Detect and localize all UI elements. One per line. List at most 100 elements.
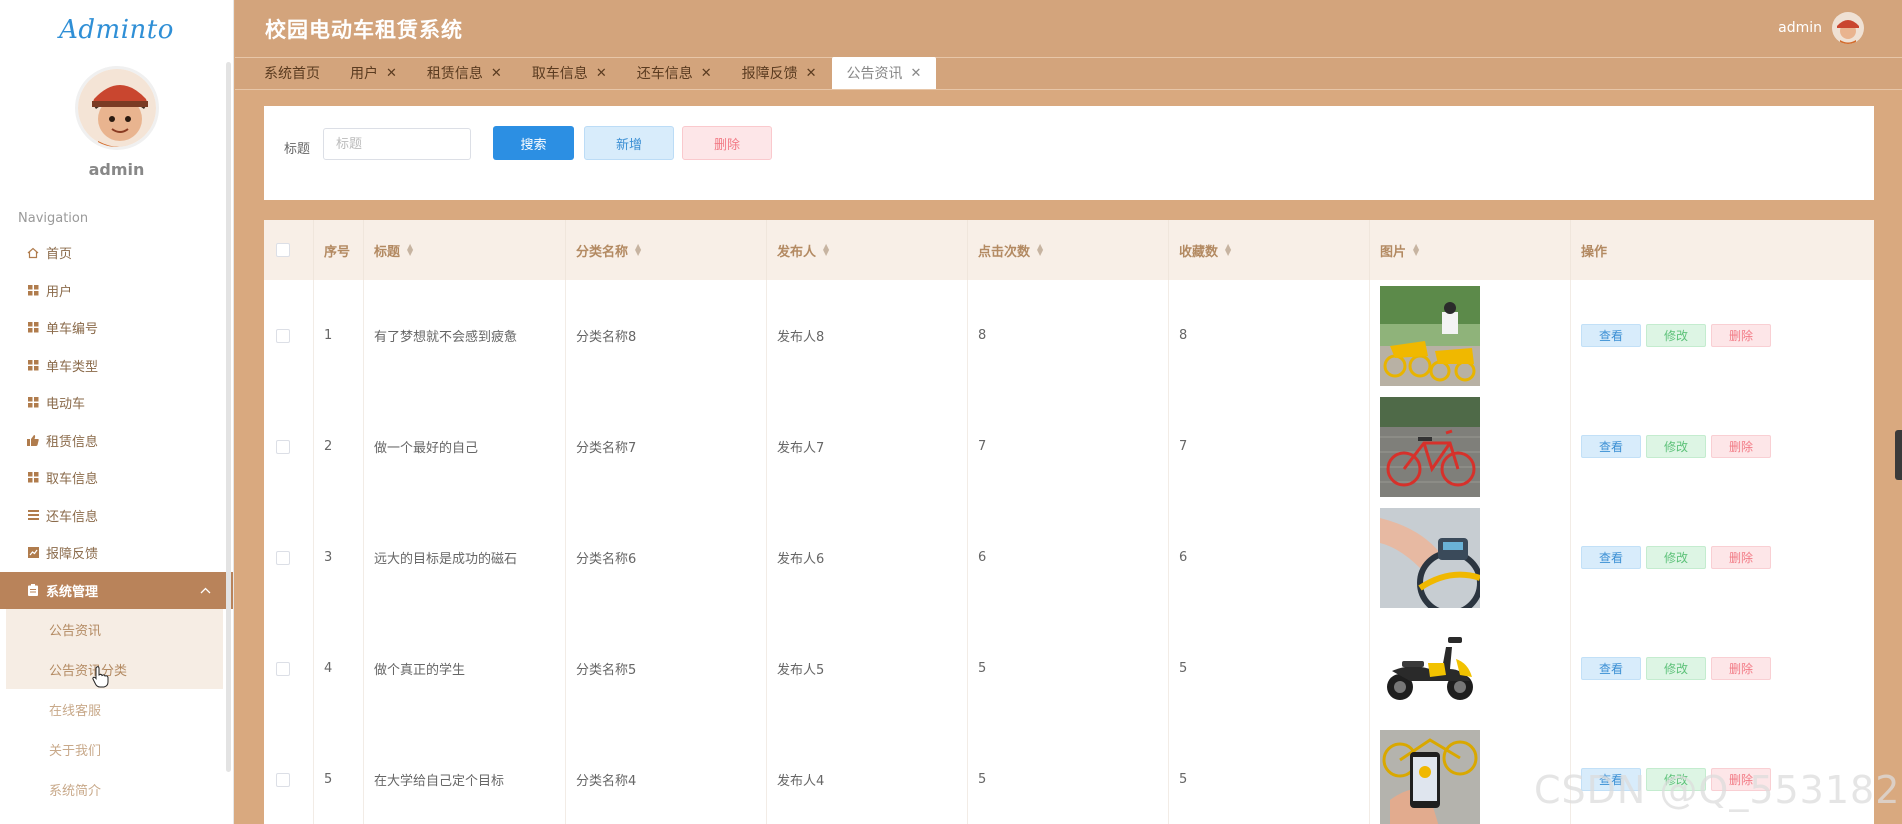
delete-button[interactable]: 删除 — [1711, 546, 1771, 569]
sub-item-about-us[interactable]: 关于我们 — [6, 729, 223, 769]
thumb-icon — [26, 433, 40, 447]
column-header-category[interactable]: 分类名称 ▲ ▼ — [566, 220, 767, 280]
row-checkbox[interactable] — [276, 661, 290, 676]
nav-section-title: Navigation — [18, 211, 89, 226]
column-header-label: 标题 — [374, 244, 401, 260]
image-cell — [1370, 502, 1571, 613]
view-button[interactable]: 查看 — [1581, 435, 1641, 458]
column-header-favorites[interactable]: 收藏数 ▲ ▼ — [1169, 220, 1370, 280]
title-cell: 做一个最好的自己 — [364, 391, 566, 502]
close-icon[interactable]: ✕ — [806, 66, 817, 81]
table-row: 2 做一个最好的自己 分类名称7 发布人7 7 7 查看 修改 删除 — [264, 391, 1874, 502]
actions-cell: 查看 修改 删除 — [1571, 391, 1874, 502]
top-user-menu[interactable]: admin — [1778, 12, 1864, 44]
home-icon — [26, 246, 40, 260]
view-button[interactable]: 查看 — [1581, 657, 1641, 680]
close-icon[interactable]: ✕ — [386, 66, 397, 81]
nav-item-bike-number[interactable]: 单车编号 — [0, 309, 233, 347]
tab-announcements[interactable]: 公告资讯 ✕ — [831, 57, 937, 89]
sub-item-system-intro[interactable]: 系统简介 — [6, 769, 223, 809]
sub-item-announcement-category[interactable]: 公告资讯分类 — [6, 649, 223, 689]
shared-bikes-image[interactable] — [1380, 285, 1480, 386]
sort-icon[interactable]: ▲ ▼ — [635, 243, 641, 257]
announcements-table: 序号 标题 ▲ ▼ 分类名称 ▲ ▼ 发布人 ▲ ▼ 点击次数 ▲ ▼ 收藏数 ▲ ▼ 图片 ▲ ▼ 操… — [264, 220, 1874, 824]
batch-delete-button[interactable]: 删除 — [682, 126, 772, 160]
row-checkbox[interactable] — [276, 772, 290, 787]
sub-item-online-service[interactable]: 在线客服 — [6, 689, 223, 729]
sub-item-announcements[interactable]: 公告资讯 — [6, 609, 223, 649]
nav-item-rental-info[interactable]: 租赁信息 — [0, 422, 233, 460]
tab-pickup-info[interactable]: 取车信息 ✕ — [517, 57, 622, 89]
app-title: 校园电动车租赁系统 — [265, 17, 463, 42]
sort-icon[interactable]: ▲ ▼ — [1413, 243, 1419, 257]
nav-item-home[interactable]: 首页 — [0, 234, 233, 272]
app-logo[interactable]: Adminto — [0, 0, 233, 60]
view-button[interactable]: 查看 — [1581, 324, 1641, 347]
nav-item-pickup-info[interactable]: 取车信息 — [0, 459, 233, 497]
tab-rental-info[interactable]: 租赁信息 ✕ — [412, 57, 517, 89]
column-header-image[interactable]: 图片 ▲ ▼ — [1370, 220, 1571, 280]
sort-icon[interactable]: ▲ ▼ — [823, 243, 829, 257]
nav-item-label: 单车编号 — [46, 322, 99, 338]
tab-users[interactable]: 用户 ✕ — [335, 57, 412, 89]
sort-icon[interactable]: ▲ ▼ — [1037, 243, 1043, 257]
sidebar-scrollbar[interactable] — [226, 62, 231, 772]
row-select-cell — [264, 391, 314, 502]
delete-button[interactable]: 删除 — [1711, 435, 1771, 458]
sort-icon[interactable]: ▲ ▼ — [407, 243, 413, 257]
page-scrollbar[interactable] — [1895, 430, 1902, 480]
search-title-input[interactable] — [323, 128, 471, 160]
delete-button[interactable]: 删除 — [1711, 657, 1771, 680]
title-cell: 有了梦想就不会感到疲惫 — [364, 280, 566, 391]
close-icon[interactable]: ✕ — [701, 66, 712, 81]
column-header-publisher[interactable]: 发布人 ▲ ▼ — [767, 220, 968, 280]
delete-button[interactable]: 删除 — [1711, 324, 1771, 347]
category-cell: 分类名称4 — [566, 724, 767, 824]
select-all-checkbox[interactable] — [276, 243, 290, 257]
row-checkbox[interactable] — [276, 550, 290, 565]
red-bike-image[interactable] — [1380, 396, 1480, 497]
table-row: 1 有了梦想就不会感到疲惫 分类名称8 发布人8 8 8 查看 修改 删除 — [264, 280, 1874, 391]
row-select-cell — [264, 613, 314, 724]
close-icon[interactable]: ✕ — [491, 66, 502, 81]
edit-button[interactable]: 修改 — [1646, 657, 1706, 680]
hand-on-bike-image[interactable] — [1380, 507, 1480, 608]
nav-item-fault-feedback[interactable]: 报障反馈 — [0, 534, 233, 572]
sidebar: Adminto admin Navigation 首页 用户 单车编号 单车类型… — [0, 0, 234, 824]
grid-icon — [26, 321, 40, 335]
tab-label: 报障反馈 — [741, 66, 798, 82]
row-checkbox[interactable] — [276, 439, 290, 454]
sub-item-label: 关于我们 — [49, 743, 102, 759]
tab-return-info[interactable]: 还车信息 ✕ — [622, 57, 727, 89]
chart-icon — [26, 546, 40, 560]
table-header: 序号 标题 ▲ ▼ 分类名称 ▲ ▼ 发布人 ▲ ▼ 点击次数 ▲ ▼ 收藏数 ▲ ▼ 图片 ▲ ▼ 操… — [264, 220, 1874, 280]
grid-icon — [26, 471, 40, 485]
nav-item-label: 租赁信息 — [46, 434, 99, 450]
sub-item-label: 系统简介 — [49, 783, 102, 799]
sort-icon[interactable]: ▲ ▼ — [1225, 243, 1231, 257]
view-button[interactable]: 查看 — [1581, 546, 1641, 569]
edit-button[interactable]: 修改 — [1646, 435, 1706, 458]
close-icon[interactable]: ✕ — [596, 66, 607, 81]
favorites-cell: 7 — [1169, 391, 1370, 502]
edit-button[interactable]: 修改 — [1646, 324, 1706, 347]
edit-button[interactable]: 修改 — [1646, 546, 1706, 569]
nav-item-ebike[interactable]: 电动车 — [0, 384, 233, 422]
nav-group-system-management[interactable]: 系统管理 — [0, 571, 233, 609]
add-button[interactable]: 新增 — [584, 126, 674, 160]
yellow-scooter-image[interactable] — [1380, 618, 1480, 719]
column-header-clicks[interactable]: 点击次数 ▲ ▼ — [968, 220, 1169, 280]
category-cell: 分类名称7 — [566, 391, 767, 502]
search-button[interactable]: 搜索 — [493, 126, 574, 160]
nav-item-return-info[interactable]: 还车信息 — [0, 497, 233, 535]
phone-unlock-bike-image[interactable] — [1380, 729, 1480, 824]
tab-home[interactable]: 系统首页 — [249, 57, 335, 89]
row-checkbox[interactable] — [276, 328, 290, 343]
user-avatar[interactable] — [74, 66, 159, 150]
column-header-title[interactable]: 标题 ▲ ▼ — [364, 220, 566, 280]
top-avatar[interactable] — [1832, 12, 1864, 44]
close-icon[interactable]: ✕ — [911, 66, 922, 81]
tab-fault-feedback[interactable]: 报障反馈 ✕ — [727, 57, 832, 89]
nav-item-bike-type[interactable]: 单车类型 — [0, 347, 233, 385]
nav-item-users[interactable]: 用户 — [0, 272, 233, 310]
